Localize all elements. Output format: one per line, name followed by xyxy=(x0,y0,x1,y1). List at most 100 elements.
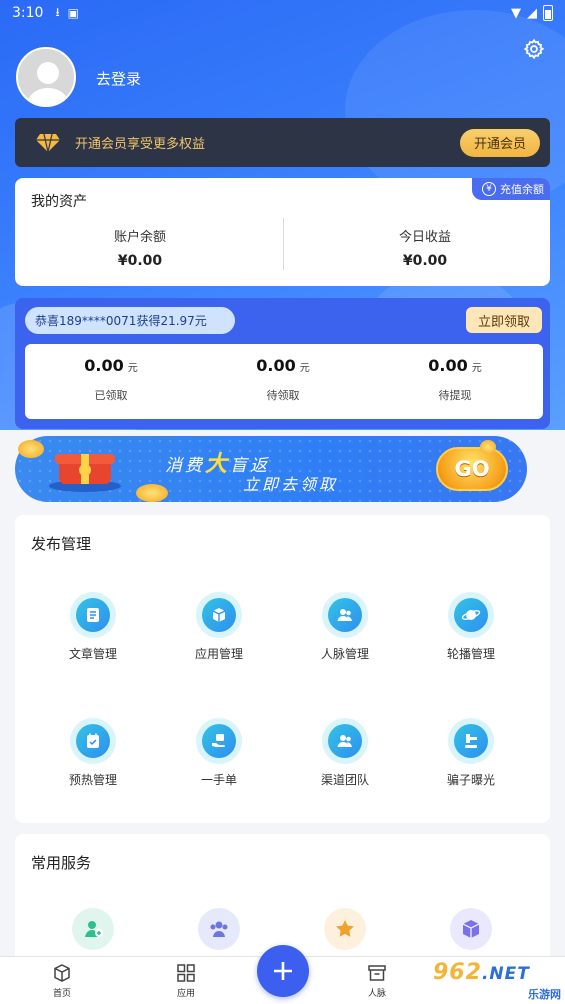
calendar-icon xyxy=(76,724,110,758)
login-link[interactable]: 去登录 xyxy=(96,68,141,89)
claim-now-button[interactable]: 立即领取 xyxy=(466,307,542,333)
assets-title: 我的资产 xyxy=(31,194,87,210)
archive-icon xyxy=(332,963,422,983)
stat-value: 0.00 xyxy=(428,356,468,375)
grid-label: 一手单 xyxy=(200,773,237,787)
grid-item-contacts[interactable]: 人脉管理 xyxy=(282,592,408,662)
grid-label: 轮播管理 xyxy=(446,647,495,661)
hand-icon xyxy=(202,724,236,758)
add-user-icon xyxy=(72,908,114,950)
grid-item-apps[interactable]: 应用管理 xyxy=(156,592,282,662)
plus-icon xyxy=(274,962,292,980)
open-vip-button[interactable]: 开通会员 xyxy=(460,128,540,157)
stat-claimed: 0.00 元 已领取 xyxy=(25,356,197,403)
home-cube-icon xyxy=(17,963,107,983)
cube-icon xyxy=(450,908,492,950)
promo-banner[interactable]: 消费大盲返 立即去领取 GO xyxy=(15,436,527,502)
battery-icon xyxy=(543,5,553,21)
stat-label: 待提现 xyxy=(438,389,472,402)
download-icon: ⭳ xyxy=(55,4,60,19)
rebate-card: 恭喜189****0071获得21.97元 立即领取 0.00 元 已领取 0.0… xyxy=(15,298,550,429)
banner-line2: 立即去领取 xyxy=(243,475,339,494)
banner-highlight: 大 xyxy=(205,452,231,477)
avatar[interactable] xyxy=(16,47,76,107)
banner-text: 消费 xyxy=(165,456,205,476)
grid-label: 渠道团队 xyxy=(320,773,369,787)
coin-icon xyxy=(18,440,44,458)
service-item[interactable] xyxy=(408,908,534,950)
tab-apps[interactable]: 应用 xyxy=(141,963,231,999)
today-earnings-label: 今日收益 xyxy=(398,230,451,245)
grid-label: 骗子曝光 xyxy=(446,773,495,787)
balance-label: 账户余额 xyxy=(113,230,166,245)
watermark: 962.NET 乐游网 xyxy=(425,958,565,1004)
wifi-icon: ▼ xyxy=(511,5,521,21)
stat-withdraw: 0.00 元 待提现 xyxy=(369,356,541,403)
people-icon xyxy=(328,598,362,632)
grid-item-scam-exposure[interactable]: 骗子曝光 xyxy=(408,718,534,788)
publish-management-card: 发布管理 文章管理 应用管理 人脉管理 轮播管理 预热管理 一手单 渠道团队 骗… xyxy=(15,515,550,823)
watermark-sub: 乐游网 xyxy=(528,988,561,1001)
coin-icon xyxy=(480,440,496,454)
watermark-brand: 962.NET xyxy=(433,960,530,985)
settings-gear-icon[interactable] xyxy=(523,38,545,60)
group-icon xyxy=(198,908,240,950)
grid-item-channel-team[interactable]: 渠道团队 xyxy=(282,718,408,788)
grid-label: 人脉管理 xyxy=(320,647,369,661)
tab-label: 人脉 xyxy=(367,989,386,999)
stat-pending: 0.00 元 待领取 xyxy=(197,356,369,403)
balance-block[interactable]: 账户余额 ¥0.00 xyxy=(15,226,265,269)
go-button[interactable]: GO xyxy=(436,447,508,491)
service-item[interactable] xyxy=(30,908,156,950)
section-title: 常用服务 xyxy=(31,854,92,872)
status-bar: 3:10 ⭳ ▣ ▼ ◢ xyxy=(0,0,565,26)
grid-label: 预热管理 xyxy=(68,773,117,787)
team-icon xyxy=(328,724,362,758)
planet-icon xyxy=(454,598,488,632)
stat-label: 已领取 xyxy=(94,389,128,402)
grid-item-article[interactable]: 文章管理 xyxy=(30,592,156,662)
stat-value: 0.00 xyxy=(84,356,124,375)
grid-icon xyxy=(141,963,231,983)
stat-label: 待领取 xyxy=(266,389,300,402)
service-item[interactable] xyxy=(282,908,408,950)
today-earnings-block[interactable]: 今日收益 ¥0.00 xyxy=(300,226,550,269)
grid-label: 文章管理 xyxy=(68,647,117,661)
grid-item-carousel[interactable]: 轮播管理 xyxy=(408,592,534,662)
yuan-icon: ¥ xyxy=(482,182,496,196)
stat-unit: 元 xyxy=(299,363,310,374)
balance-value: ¥0.00 xyxy=(117,253,163,269)
grid-item-preheat[interactable]: 预热管理 xyxy=(30,718,156,788)
watermark-net: .NET xyxy=(481,964,530,984)
gift-box-icon xyxy=(49,454,121,492)
rebate-stats: 0.00 元 已领取 0.00 元 待领取 0.00 元 待提现 xyxy=(25,344,543,419)
tab-home[interactable]: 首页 xyxy=(17,963,107,999)
stat-unit: 元 xyxy=(127,363,138,374)
grid-item-first-hand[interactable]: 一手单 xyxy=(156,718,282,788)
vip-banner[interactable]: 开通会员享受更多权益 开通会员 xyxy=(15,118,550,167)
status-time: 3:10 xyxy=(12,5,44,21)
assets-card: 我的资产 ¥ 充值余额 账户余额 ¥0.00 今日收益 ¥0.00 xyxy=(15,178,550,286)
tab-label: 应用 xyxy=(176,989,195,999)
divider xyxy=(283,218,284,270)
today-earnings-value: ¥0.00 xyxy=(402,253,448,269)
recharge-label: 充值余额 xyxy=(500,183,544,196)
vip-promo-text: 开通会员享受更多权益 xyxy=(75,137,206,152)
add-button[interactable] xyxy=(257,945,309,997)
tab-contacts[interactable]: 人脉 xyxy=(332,963,422,999)
diamond-icon xyxy=(35,133,61,153)
winner-notice: 恭喜189****0071获得21.97元 xyxy=(25,307,235,334)
document-icon xyxy=(76,598,110,632)
signal-icon: ◢ xyxy=(527,5,537,21)
stat-value: 0.00 xyxy=(256,356,296,375)
stat-unit: 元 xyxy=(471,363,482,374)
star-icon xyxy=(324,908,366,950)
tab-label: 首页 xyxy=(52,989,71,999)
box-icon xyxy=(202,598,236,632)
grid-label: 应用管理 xyxy=(194,647,243,661)
notification-icon: ▣ xyxy=(67,6,79,20)
service-item[interactable] xyxy=(156,908,282,950)
recharge-button[interactable]: ¥ 充值余额 xyxy=(472,178,550,200)
hammer-icon xyxy=(454,724,488,758)
section-title: 发布管理 xyxy=(31,535,92,553)
